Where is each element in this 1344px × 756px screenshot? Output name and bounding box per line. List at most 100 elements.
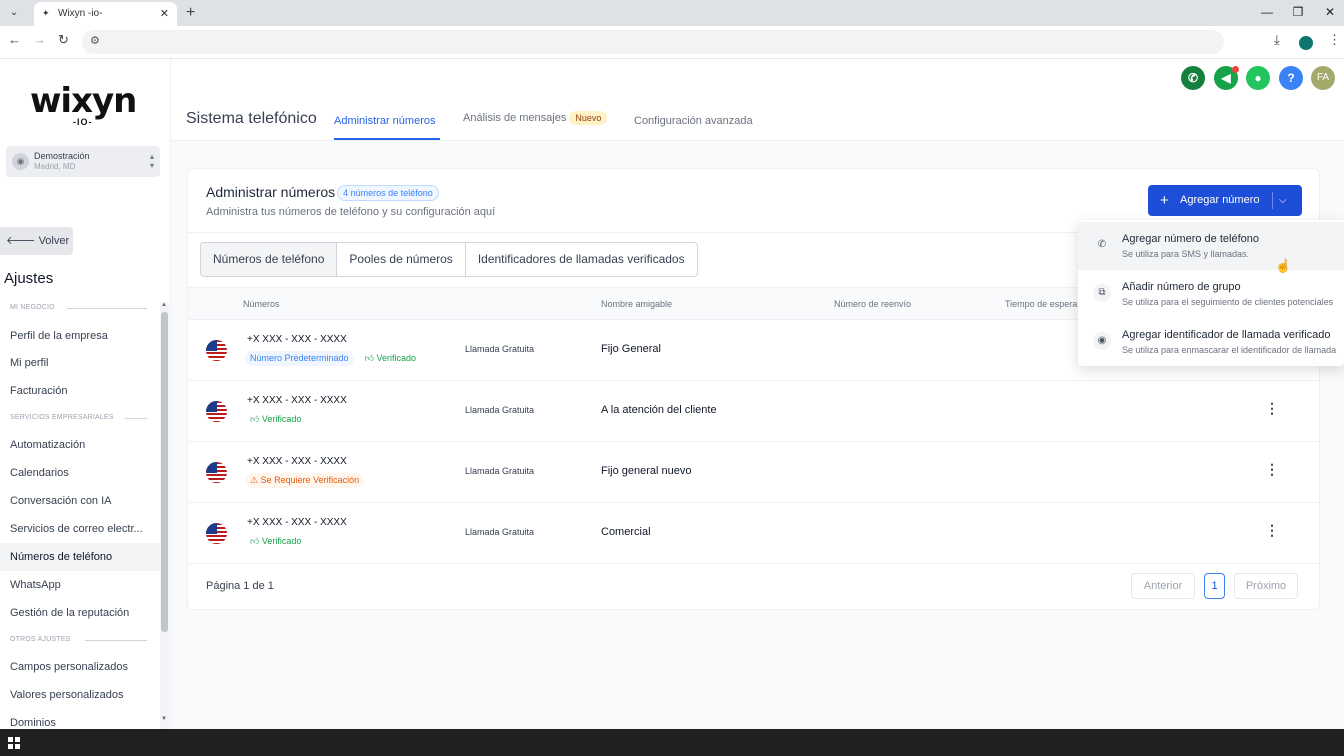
arrow-left-icon: 🡐 <box>6 235 36 247</box>
section-label-mi-negocio: MI NEGOCIO <box>10 304 55 311</box>
menu-item-add-phone-number[interactable]: ✆ Agregar número de teléfono Se utiliza … <box>1078 222 1344 270</box>
column-header-nombre: Nombre amigable <box>601 299 673 309</box>
sidebar-item-whatsapp[interactable]: WhatsApp <box>0 571 160 599</box>
tab-search-icon[interactable]: ⌄ <box>4 4 24 22</box>
us-flag-icon <box>206 401 227 422</box>
phone-number: +X XXX - XXX - XXXX <box>247 456 347 467</box>
number-type: Llamada Gratuita <box>465 405 535 415</box>
site-info-icon[interactable]: ⚙ <box>90 34 100 47</box>
sidebar-item-automatizacion[interactable]: Automatización <box>0 431 160 459</box>
next-page-button[interactable]: Próximo <box>1234 573 1298 599</box>
close-window-button[interactable]: ✕ <box>1313 0 1344 26</box>
verification-required-badge: ⚠ Se Requiere Verificación <box>245 473 365 488</box>
phone-number: +X XXX - XXX - XXXX <box>247 395 347 406</box>
browser-menu-icon[interactable]: ⋮ <box>1328 32 1341 48</box>
sidebar-item-campos[interactable]: Campos personalizados <box>0 653 160 681</box>
button-separator <box>1272 192 1273 209</box>
phone-number: +X XXX - XXX - XXXX <box>247 517 347 528</box>
row-tags: Número Predeterminado 👍︎ Verificado <box>245 351 421 366</box>
menu-item-description: Se utiliza para SMS y llamadas. <box>1122 249 1250 259</box>
sidebar-item-calendarios[interactable]: Calendarios <box>0 459 160 487</box>
section-label-otros: OTROS AJUSTES <box>10 636 71 643</box>
us-flag-icon <box>206 340 227 361</box>
row-tags: ⚠ Se Requiere Verificación <box>245 473 365 488</box>
card-title-text: Administrar números <box>206 184 336 200</box>
menu-item-add-verified-caller-id[interactable]: ◉ Agregar identificador de llamada verif… <box>1078 318 1344 366</box>
scroll-down-icon[interactable]: ▼ <box>161 716 167 722</box>
menu-item-description: Se utiliza para enmascarar el identifica… <box>1122 345 1337 355</box>
forward-arrow-icon[interactable]: → <box>33 32 46 47</box>
bell-icon[interactable]: ● <box>1246 66 1270 90</box>
sidebar-item-correo[interactable]: Servicios de correo electr... <box>0 515 160 543</box>
scrollbar-thumb[interactable] <box>161 312 168 632</box>
add-number-label: Agregar número <box>1180 194 1260 206</box>
sidebar-item-facturacion[interactable]: Facturación <box>0 377 160 405</box>
back-label: Volver <box>38 235 70 247</box>
back-arrow-icon[interactable]: ← <box>8 32 21 47</box>
reload-icon[interactable]: ↻ <box>58 32 69 48</box>
row-tags: 👍︎ Verificado <box>245 412 306 427</box>
chevron-down-icon[interactable]: ⌵ <box>1279 185 1287 216</box>
settings-heading: Ajustes <box>4 270 54 287</box>
tab-analisis-mensajes[interactable]: Análisis de mensajes Nuevo <box>463 111 608 125</box>
browser-tab-strip: ⌄ ✦ Wixyn -io- ✕ + — ❐ ✕ <box>0 0 1344 26</box>
segment-numeros-telefono[interactable]: Números de teléfono <box>201 243 338 276</box>
sidebar-item-perfil-empresa[interactable]: Perfil de la empresa <box>0 322 160 350</box>
friendly-name: A la atención del cliente <box>601 404 717 416</box>
new-tab-button[interactable]: + <box>186 2 195 24</box>
section-divider <box>67 308 147 309</box>
location-icon: ◉ <box>12 153 29 170</box>
sidebar: wixyn -IO- ◉ Demostración Madrid, MD ▴ ▾ … <box>0 59 171 729</box>
scroll-up-icon[interactable]: ▲ <box>161 302 167 308</box>
section-divider <box>85 640 147 641</box>
minimize-button[interactable]: — <box>1250 0 1284 26</box>
verified-label: Verificado <box>261 536 302 546</box>
tab-title: Wixyn -io- <box>58 8 103 19</box>
row-menu-icon[interactable]: ⋮ <box>1265 461 1279 478</box>
page-1-button[interactable]: 1 <box>1204 573 1225 599</box>
back-button[interactable]: 🡐 Volver <box>0 227 73 255</box>
column-header-espera: Tiempo de espera <box>1005 299 1078 309</box>
row-tags: 👍︎ Verificado <box>245 534 306 549</box>
section-divider <box>125 418 147 419</box>
thumbs-up-icon: 👍︎ <box>250 536 262 546</box>
sidebar-item-mi-perfil[interactable]: Mi perfil <box>0 349 160 377</box>
segment-identificadores[interactable]: Identificadores de llamadas verificados <box>466 243 697 276</box>
maximize-button[interactable]: ❐ <box>1281 0 1315 26</box>
verified-label: Verificado <box>261 414 302 424</box>
row-menu-icon[interactable]: ⋮ <box>1265 400 1279 417</box>
tab-close-icon[interactable]: ✕ <box>160 2 169 26</box>
segment-control: Números de teléfono Pooles de números Id… <box>200 242 698 277</box>
avatar[interactable]: FA <box>1311 66 1335 90</box>
sidebar-item-dominios[interactable]: Dominios <box>0 709 160 729</box>
default-badge: Número Predeterminado <box>245 351 354 366</box>
browser-tab[interactable]: ✦ Wixyn -io- ✕ <box>34 2 177 26</box>
pagination-label: Página 1 de 1 <box>206 580 274 592</box>
thumbs-up-icon: 👍︎ <box>364 353 377 363</box>
download-icon[interactable]: ⤓ <box>1274 32 1280 48</box>
profile-icon[interactable] <box>1299 36 1313 50</box>
add-number-button[interactable]: + Agregar número ⌵ <box>1148 185 1302 216</box>
section-label-servicios: SERVICIOS EMPRESARIALES <box>10 414 114 421</box>
row-menu-icon[interactable]: ⋮ <box>1265 522 1279 539</box>
prev-page-button[interactable]: Anterior <box>1131 573 1195 599</box>
logo-subtitle: -IO- <box>73 117 93 127</box>
sidebar-item-conversacion-ia[interactable]: Conversación con IA <box>0 487 160 515</box>
location-switcher[interactable]: ◉ Demostración Madrid, MD ▴ ▾ <box>6 146 160 177</box>
tab-administrar-numeros[interactable]: Administrar números <box>334 115 435 127</box>
sidebar-item-valores[interactable]: Valores personalizados <box>0 681 160 709</box>
url-bar[interactable]: ⚙ <box>82 30 1224 54</box>
phone-icon[interactable]: ✆ <box>1181 66 1205 90</box>
plus-icon: + <box>1160 192 1169 209</box>
table-row: +X XXX - XXX - XXXX 👍︎ Verificado Llamad… <box>188 381 1321 442</box>
tab-configuracion-avanzada[interactable]: Configuración avanzada <box>634 115 753 127</box>
menu-item-add-group-number[interactable]: ⧉ Añadir número de grupo Se utiliza para… <box>1078 270 1344 318</box>
windows-start-icon[interactable] <box>8 737 20 749</box>
segment-pooles[interactable]: Pooles de números <box>337 243 466 276</box>
friendly-name: Comercial <box>601 526 651 538</box>
sidebar-item-reputacion[interactable]: Gestión de la reputación <box>0 599 160 627</box>
sidebar-item-numeros-telefono[interactable]: Números de teléfono <box>0 543 160 571</box>
location-name: Demostración <box>34 151 90 161</box>
help-icon[interactable]: ? <box>1279 66 1303 90</box>
sidebar-scrollbar[interactable]: ▲ ▼ <box>160 302 169 729</box>
